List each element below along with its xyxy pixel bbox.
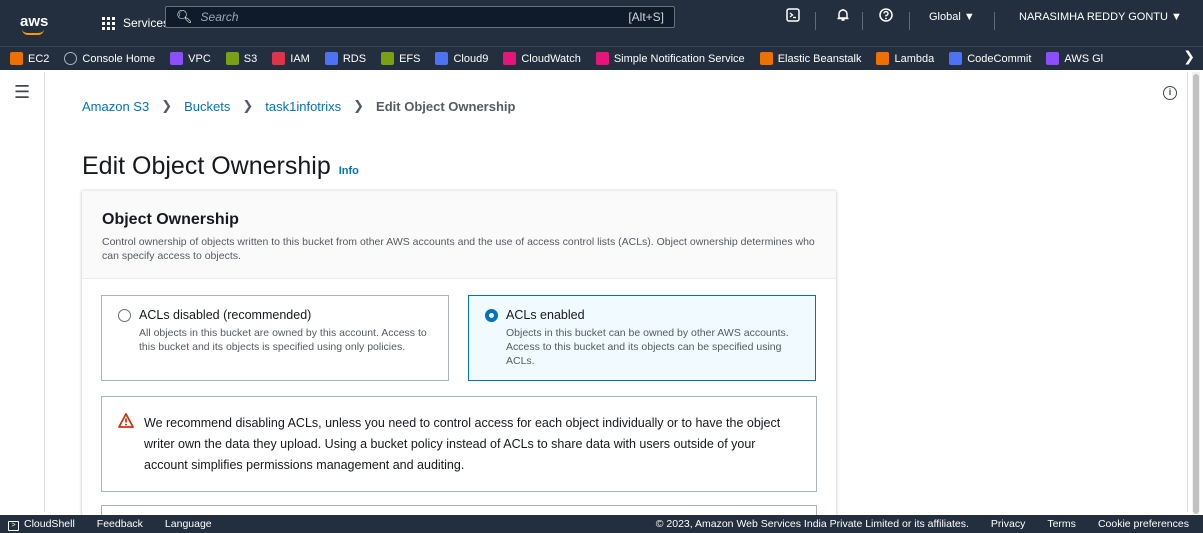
acls-disabled-description: All objects in this bucket are owned by … xyxy=(139,327,427,353)
radio-acls-disabled[interactable] xyxy=(118,308,131,322)
favorite-s3[interactable]: S3 xyxy=(225,52,258,65)
favorite-codecommit[interactable]: CodeCommit xyxy=(949,52,1031,65)
service-icon xyxy=(595,52,609,65)
chevron-right-icon: ❯ xyxy=(242,98,254,113)
copyright-text: © 2023, Amazon Web Services India Privat… xyxy=(655,518,969,530)
favorite-aws-gl[interactable]: AWS Gl xyxy=(1046,52,1103,65)
privacy-link[interactable]: Privacy xyxy=(991,518,1025,530)
breadcrumb-amazon-s3[interactable]: Amazon S3 xyxy=(82,99,149,114)
breadcrumb-current: Edit Object Ownership xyxy=(376,98,516,114)
cloudshell-icon: > xyxy=(8,520,19,531)
favorite-label: AWS Gl xyxy=(1064,52,1104,65)
service-icon xyxy=(949,52,963,65)
service-icon xyxy=(64,52,78,65)
section-title: Object Ownership xyxy=(102,211,239,228)
acls-enabled-description: Objects in this bucket can be owned by o… xyxy=(506,327,789,367)
warning-icon xyxy=(118,413,134,479)
feedback-link[interactable]: Feedback xyxy=(97,518,143,530)
radio-acls-enabled[interactable] xyxy=(485,308,498,322)
cloudshell-icon[interactable] xyxy=(786,8,800,25)
acls-disabled-option[interactable]: ACLs disabled (recommended) All objects … xyxy=(101,295,449,381)
favorite-efs[interactable]: EFS xyxy=(381,52,420,65)
favorite-cloud9[interactable]: Cloud9 xyxy=(435,52,488,65)
cloudshell-footer-button[interactable]: > CloudShell xyxy=(8,518,75,531)
services-button[interactable]: Services xyxy=(102,16,169,30)
info-link[interactable]: Info xyxy=(339,165,359,177)
service-icon xyxy=(170,52,184,65)
language-link[interactable]: Language xyxy=(165,518,212,530)
warning-alert: We recommend disabling ACLs, unless you … xyxy=(101,396,817,492)
favorite-label: EFS xyxy=(399,52,421,65)
chevron-right-icon: ❯ xyxy=(353,98,365,113)
grid-icon xyxy=(102,16,115,30)
breadcrumb-bucket-name[interactable]: task1infotrixs xyxy=(265,99,341,114)
favorite-label: EC2 xyxy=(28,52,50,65)
service-icon xyxy=(225,52,239,65)
favorite-label: VPC xyxy=(188,52,211,65)
container-header: Object Ownership Control ownership of ob… xyxy=(82,191,836,279)
help-icon[interactable] xyxy=(879,8,893,25)
region-selector[interactable]: Global ▼ xyxy=(929,11,975,23)
aws-logo[interactable]: aws xyxy=(20,12,60,35)
breadcrumb: Amazon S3 ❯ Buckets ❯ task1infotrixs ❯ E… xyxy=(82,98,515,114)
services-label: Services xyxy=(123,16,170,30)
acls-disabled-label: ACLs disabled (recommended) xyxy=(139,308,312,322)
favorite-label: Elastic Beanstalk xyxy=(777,52,862,65)
favorite-label: Lambda xyxy=(894,52,935,65)
favorite-label: IAM xyxy=(290,52,310,65)
service-icon xyxy=(1046,52,1060,65)
aws-logo-text: aws xyxy=(20,12,49,30)
section-description: Control ownership of objects written to … xyxy=(102,236,815,262)
service-icon xyxy=(381,52,395,65)
favorite-rds[interactable]: RDS xyxy=(324,52,367,65)
hamburger-menu-icon[interactable]: ☰ xyxy=(14,82,30,103)
service-icon xyxy=(324,52,338,65)
search-icon: 🔍︎ xyxy=(176,9,193,24)
service-icon xyxy=(10,52,23,65)
acls-enabled-option[interactable]: ACLs enabled Objects in this bucket can … xyxy=(468,295,816,381)
bell-icon[interactable] xyxy=(836,8,850,25)
chevron-right-icon[interactable]: ❯ xyxy=(1183,48,1195,65)
favorite-label: Cloud9 xyxy=(453,52,489,65)
breadcrumb-buckets[interactable]: Buckets xyxy=(184,99,230,114)
footer: > CloudShell Feedback Language © 2023, Am… xyxy=(0,515,1203,533)
terms-link[interactable]: Terms xyxy=(1047,518,1076,530)
favorite-console-home[interactable]: Console Home xyxy=(64,52,155,65)
favorite-label: CloudWatch xyxy=(521,52,581,65)
service-icon xyxy=(876,52,890,65)
favorite-cloudwatch[interactable]: CloudWatch xyxy=(503,52,581,65)
favorites-bar: EC2 Console Home VPC S3 IAM RDS EFS Cloud9 Cloud… xyxy=(0,46,1203,70)
info-panel-icon[interactable]: i xyxy=(1163,86,1177,100)
chevron-right-icon: ❯ xyxy=(161,98,173,113)
favorite-label: Console Home xyxy=(82,52,156,65)
favorite-label: CodeCommit xyxy=(967,52,1032,65)
favorite-label: S3 xyxy=(243,52,258,65)
service-icon xyxy=(272,52,286,65)
favorite-vpc[interactable]: VPC xyxy=(170,52,211,65)
search-shortcut: [Alt+S] xyxy=(628,10,664,24)
warning-message: We recommend disabling ACLs, unless you … xyxy=(144,416,781,472)
favorite-label: RDS xyxy=(342,52,367,65)
acls-enabled-label: ACLs enabled xyxy=(506,308,585,322)
favorite-ec2[interactable]: EC2 xyxy=(10,52,49,65)
favorite-lambda[interactable]: Lambda xyxy=(876,52,934,65)
favorite-elastic-beanstalk[interactable]: Elastic Beanstalk xyxy=(759,52,862,65)
cookie-preferences-link[interactable]: Cookie preferences xyxy=(1098,518,1189,530)
page-title: Edit Object Ownership Info xyxy=(82,152,359,181)
search-input[interactable]: 🔍︎ Search [Alt+S] xyxy=(165,6,675,28)
service-icon xyxy=(435,52,449,65)
search-placeholder: Search xyxy=(200,10,239,24)
page-title-text: Edit Object Ownership xyxy=(82,152,331,180)
account-menu[interactable]: NARASIMHA REDDY GONTU ▼ xyxy=(1019,11,1182,23)
service-icon xyxy=(759,52,773,65)
favorite-label: Simple Notification Service xyxy=(613,52,745,65)
object-ownership-container: Object Ownership Control ownership of ob… xyxy=(82,190,836,525)
page-scrollbar[interactable] xyxy=(1192,72,1200,514)
favorite-simple-notification-service[interactable]: Simple Notification Service xyxy=(595,52,745,65)
favorite-iam[interactable]: IAM xyxy=(272,52,310,65)
cloudshell-label: CloudShell xyxy=(24,517,75,530)
service-icon xyxy=(503,52,517,65)
